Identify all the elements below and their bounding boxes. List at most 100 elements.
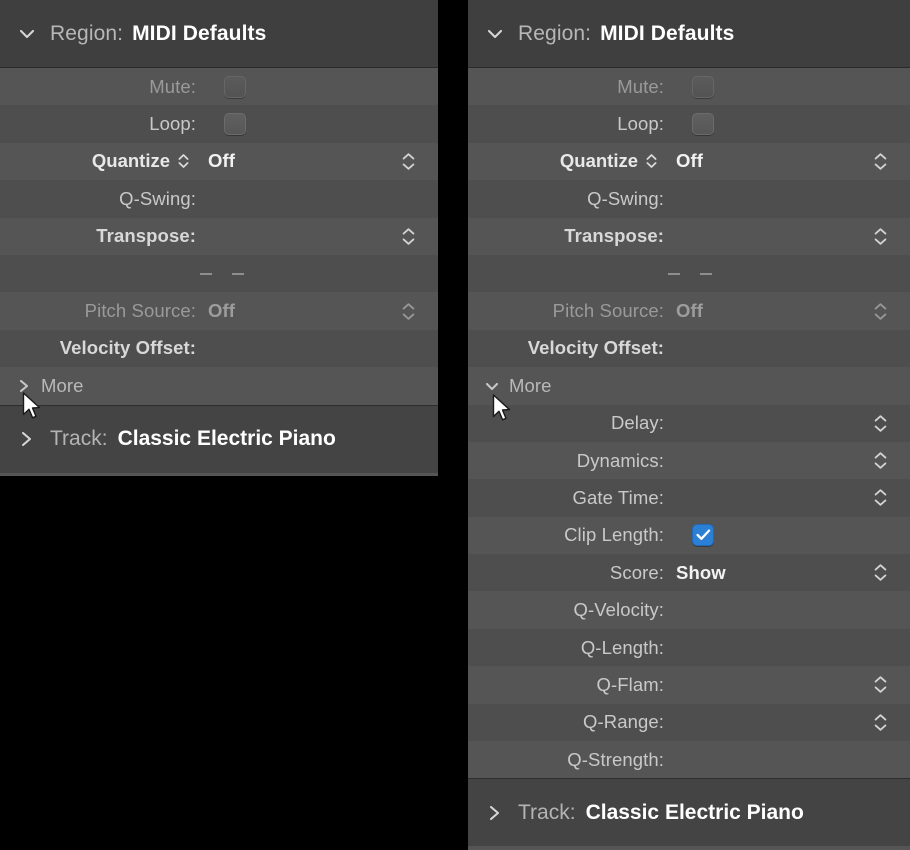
gate-time-stepper-icon[interactable] <box>872 486 888 510</box>
row-label: Mute: <box>149 75 196 97</box>
row-pitch-source[interactable]: Pitch Source: Off <box>0 292 438 330</box>
dynamics-stepper-icon[interactable] <box>872 449 888 473</box>
row-label: Transpose: <box>564 225 664 247</box>
row-q-range[interactable]: Q-Range: <box>468 703 910 742</box>
dash-glyph <box>232 272 244 275</box>
region-header-value: MIDI Defaults <box>600 21 735 45</box>
row-label: Quantize <box>559 150 638 172</box>
mute-checkbox[interactable] <box>224 75 246 98</box>
right-parameter-rows: Mute: Loop: Quantize Off Q-Swing: Transp… <box>468 68 910 779</box>
row-label: Q-Strength: <box>567 748 664 770</box>
row-label: Q-Flam: <box>596 673 664 695</box>
row-loop[interactable]: Loop: <box>468 105 910 143</box>
track-footer[interactable]: Track: Classic Electric Piano <box>468 778 910 847</box>
inspector-panel-collapsed: Region: MIDI Defaults Mute: Loop: Quanti… <box>0 0 438 476</box>
quantize-value[interactable]: Off <box>676 150 703 172</box>
pitch-source-stepper-icon[interactable] <box>400 299 416 323</box>
row-velocity-offset[interactable]: Velocity Offset: <box>0 329 438 368</box>
row-label: Clip Length: <box>564 524 664 546</box>
quantize-value[interactable]: Off <box>208 150 235 172</box>
row-quantize[interactable]: Quantize Off <box>0 142 438 181</box>
row-label: Velocity Offset: <box>527 337 664 359</box>
row-mute[interactable]: Mute: <box>0 68 438 106</box>
screenshot-stage: Region: MIDI Defaults Mute: Loop: Quanti… <box>0 0 910 850</box>
chevron-right-icon[interactable] <box>482 800 508 826</box>
row-label: Loop: <box>617 113 664 135</box>
transpose-stepper-icon[interactable] <box>400 224 416 248</box>
row-dashes[interactable] <box>0 254 438 293</box>
quantize-mode-stepper-icon[interactable] <box>177 154 190 169</box>
inspector-panel-expanded: Region: MIDI Defaults Mute: Loop: Quanti… <box>468 0 910 850</box>
clip-length-checkbox[interactable] <box>692 524 714 547</box>
row-label: Gate Time: <box>572 486 664 508</box>
row-delay[interactable]: Delay: <box>468 404 910 442</box>
row-q-flam[interactable]: Q-Flam: <box>468 666 910 704</box>
chevron-down-icon[interactable] <box>482 379 502 393</box>
q-flam-stepper-icon[interactable] <box>872 673 888 697</box>
more-disclosure-row[interactable]: More <box>0 367 438 405</box>
row-gate-time[interactable]: Gate Time: <box>468 479 910 517</box>
region-header[interactable]: Region: MIDI Defaults <box>468 0 910 68</box>
loop-checkbox[interactable] <box>224 113 246 136</box>
row-transpose[interactable]: Transpose: <box>468 217 910 255</box>
row-label: Q-Range: <box>582 711 664 733</box>
row-q-swing[interactable]: Q-Swing: <box>0 180 438 218</box>
region-header[interactable]: Region: MIDI Defaults <box>0 0 438 68</box>
row-label: Q-Velocity: <box>573 599 664 621</box>
transpose-stepper-icon[interactable] <box>872 224 888 248</box>
row-q-swing[interactable]: Q-Swing: <box>468 180 910 218</box>
track-footer-value: Classic Electric Piano <box>585 800 804 824</box>
row-label: Pitch Source: <box>84 300 196 322</box>
row-label: Q-Length: <box>580 636 664 658</box>
row-loop[interactable]: Loop: <box>0 105 438 143</box>
score-value[interactable]: Show <box>676 562 726 584</box>
row-pitch-source[interactable]: Pitch Source: Off <box>468 292 910 330</box>
pitch-source-stepper-icon[interactable] <box>872 299 888 323</box>
score-stepper-icon[interactable] <box>872 561 888 585</box>
row-q-velocity[interactable]: Q-Velocity: <box>468 591 910 629</box>
row-label: Mute: <box>617 75 664 97</box>
loop-checkbox[interactable] <box>692 113 714 136</box>
row-label: Velocity Offset: <box>59 337 196 359</box>
row-score[interactable]: Score: Show <box>468 554 910 592</box>
row-label: Transpose: <box>96 225 196 247</box>
row-label: Quantize <box>91 150 170 172</box>
row-label: Q-Swing: <box>587 187 664 209</box>
region-header-label: Region: <box>50 21 124 45</box>
row-label: Q-Swing: <box>119 187 196 209</box>
row-quantize[interactable]: Quantize Off <box>468 142 910 181</box>
row-label: Pitch Source: <box>552 300 664 322</box>
row-velocity-offset[interactable]: Velocity Offset: <box>468 329 910 368</box>
more-label: More <box>41 374 84 396</box>
dash-glyph <box>700 272 712 275</box>
row-dynamics[interactable]: Dynamics: <box>468 441 910 480</box>
q-range-stepper-icon[interactable] <box>872 710 888 734</box>
quantize-stepper-icon[interactable] <box>400 149 416 173</box>
quantize-mode-stepper-icon[interactable] <box>645 154 658 169</box>
row-q-length[interactable]: Q-Length: <box>468 628 910 667</box>
row-q-strength[interactable]: Q-Strength: <box>468 741 910 779</box>
empty-value-dashes <box>668 272 712 275</box>
empty-value-dashes <box>200 272 244 275</box>
chevron-down-icon[interactable] <box>14 21 40 47</box>
delay-stepper-icon[interactable] <box>872 411 888 435</box>
mute-checkbox[interactable] <box>692 75 714 98</box>
pitch-source-value[interactable]: Off <box>676 300 703 322</box>
quantize-label-group[interactable]: Quantize <box>468 150 664 172</box>
pitch-source-value[interactable]: Off <box>208 300 235 322</box>
chevron-right-icon[interactable] <box>14 378 34 394</box>
row-label: Dynamics: <box>576 449 664 471</box>
row-mute[interactable]: Mute: <box>468 68 910 106</box>
chevron-down-icon[interactable] <box>482 21 508 47</box>
dash-glyph <box>668 272 680 275</box>
more-disclosure-row[interactable]: More <box>468 367 910 405</box>
quantize-label-group[interactable]: Quantize <box>0 150 196 172</box>
chevron-right-icon[interactable] <box>14 426 40 452</box>
row-clip-length[interactable]: Clip Length: <box>468 516 910 555</box>
quantize-stepper-icon[interactable] <box>872 149 888 173</box>
row-dashes[interactable] <box>468 254 910 293</box>
left-parameter-rows: Mute: Loop: Quantize Off Q-Swing: Transp… <box>0 68 438 405</box>
track-footer[interactable]: Track: Classic Electric Piano <box>0 404 438 473</box>
row-transpose[interactable]: Transpose: <box>0 217 438 255</box>
more-label: More <box>509 374 552 396</box>
